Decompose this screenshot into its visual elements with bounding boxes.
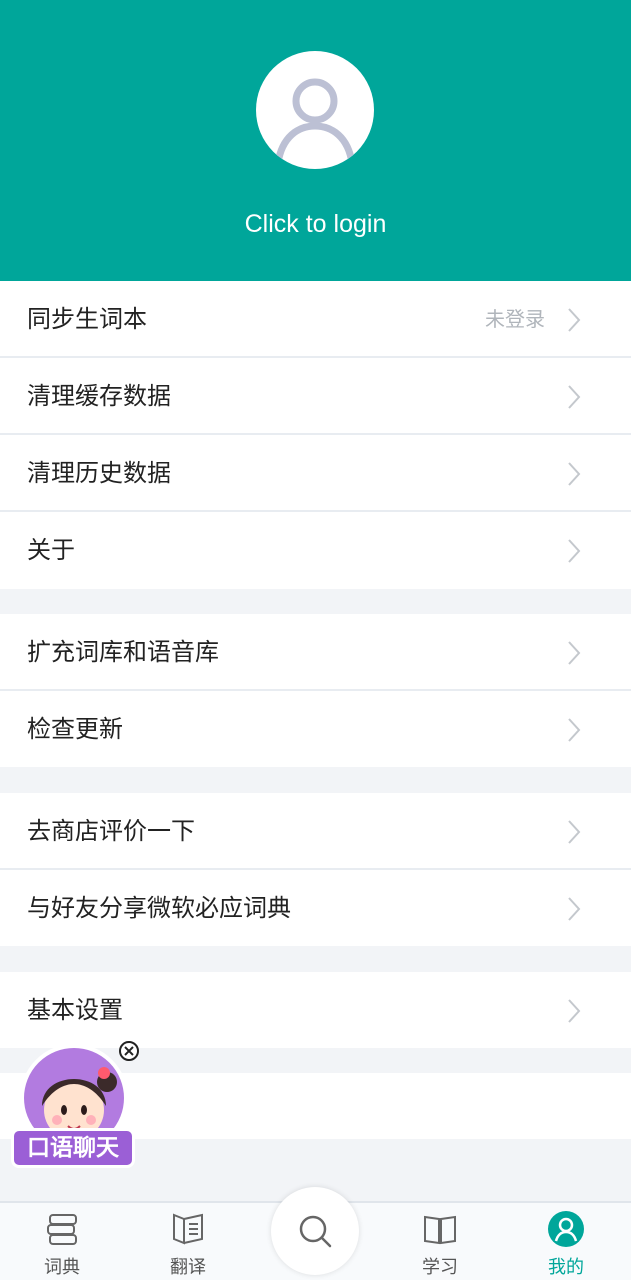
rate-store-label: 去商店评价一下 bbox=[27, 817, 195, 845]
book-icon bbox=[424, 1215, 456, 1245]
settings-section-data: 扩充词库和语音库 检查更新 bbox=[0, 614, 631, 767]
chevron-right-icon bbox=[568, 820, 581, 844]
chevron-right-icon bbox=[568, 999, 581, 1023]
login-status: 未登录 bbox=[485, 307, 545, 331]
search-icon bbox=[299, 1215, 332, 1248]
search-button[interactable] bbox=[271, 1187, 359, 1275]
chevron-right-icon bbox=[568, 462, 581, 486]
chevron-right-icon bbox=[568, 385, 581, 409]
profile-icon bbox=[548, 1211, 584, 1247]
settings-section-basic: 基本设置 bbox=[0, 972, 631, 1048]
nav-translate-label: 翻译 bbox=[170, 1257, 206, 1278]
about-label: 关于 bbox=[27, 536, 75, 564]
nav-learn[interactable]: 学习 bbox=[390, 1203, 490, 1280]
expand-library-row[interactable]: 扩充词库和语音库 bbox=[0, 614, 631, 691]
nav-translate[interactable]: 翻译 bbox=[138, 1203, 238, 1280]
basic-settings-row[interactable]: 基本设置 bbox=[0, 972, 631, 1049]
avatar[interactable] bbox=[256, 51, 374, 169]
clear-history-label: 清理历史数据 bbox=[27, 459, 171, 487]
check-update-row[interactable]: 检查更新 bbox=[0, 691, 631, 768]
nav-profile-label: 我的 bbox=[548, 1257, 584, 1278]
chevron-right-icon bbox=[568, 718, 581, 742]
rate-store-row[interactable]: 去商店评价一下 bbox=[0, 793, 631, 870]
close-icon[interactable] bbox=[118, 1040, 140, 1062]
profile-header: Click to login bbox=[0, 0, 631, 281]
sync-wordbook-row[interactable]: 同步生词本 未登录 bbox=[0, 281, 631, 358]
basic-settings-label: 基本设置 bbox=[27, 996, 123, 1024]
share-friends-row[interactable]: 与好友分享微软必应词典 bbox=[0, 870, 631, 947]
chevron-right-icon bbox=[568, 308, 581, 332]
expand-library-label: 扩充词库和语音库 bbox=[27, 638, 219, 666]
user-avatar-icon bbox=[274, 78, 356, 164]
dictionary-icon bbox=[47, 1214, 77, 1245]
nav-dictionary[interactable]: 词典 bbox=[12, 1203, 112, 1280]
nav-dictionary-label: 词典 bbox=[44, 1257, 80, 1278]
chevron-right-icon bbox=[568, 641, 581, 665]
chat-label: 口语聊天 bbox=[11, 1128, 135, 1168]
about-row[interactable]: 关于 bbox=[0, 512, 631, 589]
nav-learn-label: 学习 bbox=[422, 1257, 458, 1278]
translate-icon bbox=[173, 1213, 203, 1245]
chevron-right-icon bbox=[568, 897, 581, 921]
clear-cache-label: 清理缓存数据 bbox=[27, 382, 171, 410]
login-link[interactable]: Click to login bbox=[0, 210, 631, 239]
clear-history-row[interactable]: 清理历史数据 bbox=[0, 435, 631, 512]
clear-cache-row[interactable]: 清理缓存数据 bbox=[0, 358, 631, 435]
settings-section-share: 去商店评价一下 与好友分享微软必应词典 bbox=[0, 793, 631, 946]
chevron-right-icon bbox=[568, 539, 581, 563]
share-friends-label: 与好友分享微软必应词典 bbox=[27, 894, 291, 922]
settings-section-account: 同步生词本 未登录 清理缓存数据 清理历史数据 关于 bbox=[0, 281, 631, 589]
nav-profile[interactable]: 我的 bbox=[516, 1203, 616, 1280]
sync-wordbook-label: 同步生词本 bbox=[27, 305, 147, 333]
speaking-chat-widget[interactable]: 口语聊天 bbox=[8, 1040, 140, 1175]
check-update-label: 检查更新 bbox=[27, 715, 123, 743]
